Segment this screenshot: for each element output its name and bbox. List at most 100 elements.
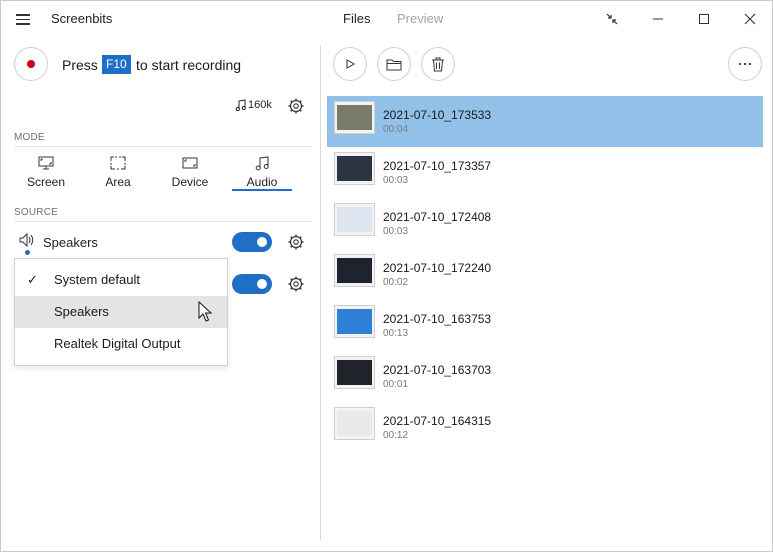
mode-section-label: MODE xyxy=(14,132,45,143)
mode-tab-area[interactable]: Area xyxy=(86,155,150,193)
speaker-icon xyxy=(18,232,36,248)
music-note-icon xyxy=(235,99,246,111)
recording-name: 2021-07-10_173357 xyxy=(383,159,492,173)
more-options-button[interactable] xyxy=(728,47,762,81)
compact-overlay-button[interactable] xyxy=(589,1,635,37)
trash-icon xyxy=(432,57,444,71)
speaker-toggle[interactable] xyxy=(232,232,272,252)
mouse-cursor-icon xyxy=(198,301,213,322)
play-button[interactable] xyxy=(333,47,367,81)
minimize-button[interactable] xyxy=(635,1,681,37)
recording-duration: 00:02 xyxy=(383,277,409,288)
list-item[interactable]: 2021-07-10_173357 00:03 xyxy=(327,147,763,198)
list-item[interactable]: 2021-07-10_173533 00:04 xyxy=(327,96,763,147)
recording-name: 2021-07-10_164315 xyxy=(383,414,492,428)
recording-duration: 00:01 xyxy=(383,379,409,390)
app-title: Screenbits xyxy=(51,11,113,26)
maximize-icon xyxy=(699,14,709,24)
thumbnail-image xyxy=(337,156,372,181)
panel-divider xyxy=(320,45,321,541)
device-icon xyxy=(182,157,198,169)
recording-name: 2021-07-10_163703 xyxy=(383,363,492,377)
recording-thumbnail xyxy=(334,203,375,236)
close-button[interactable] xyxy=(727,1,772,37)
thumbnail-image xyxy=(337,207,372,232)
divider xyxy=(14,146,312,147)
tab-preview[interactable]: Preview xyxy=(397,11,443,26)
selected-tab-indicator xyxy=(232,189,292,191)
close-icon xyxy=(744,13,756,25)
dropdown-item-system-default[interactable]: ✓ System default xyxy=(15,264,227,296)
press-label: Press xyxy=(62,57,98,73)
gear-icon xyxy=(288,276,304,292)
list-item[interactable]: 2021-07-10_163703 00:01 xyxy=(327,351,763,402)
compact-icon xyxy=(606,13,618,25)
tab-files[interactable]: Files xyxy=(343,11,370,26)
mode-tab-label: Device xyxy=(171,175,209,189)
recording-thumbnail xyxy=(334,356,375,389)
divider xyxy=(14,221,312,222)
speaker-settings-button[interactable] xyxy=(287,233,305,251)
recording-duration: 00:12 xyxy=(383,430,409,441)
list-item[interactable]: 2021-07-10_172240 00:02 xyxy=(327,249,763,300)
recording-duration: 00:03 xyxy=(383,226,409,237)
start-recording-label: to start recording xyxy=(136,57,242,73)
speaker-source-label: Speakers xyxy=(43,235,98,250)
maximize-button[interactable] xyxy=(681,1,727,37)
minimize-icon xyxy=(653,18,663,20)
recording-thumbnail xyxy=(334,407,375,440)
audio-source-dropdown: ✓ System default Speakers Realtek Digita… xyxy=(14,258,228,366)
thumbnail-image xyxy=(337,309,372,334)
bitrate-indicator[interactable]: 160k xyxy=(235,99,272,111)
thumbnail-image xyxy=(337,258,372,283)
thumbnail-image xyxy=(337,360,372,385)
mode-tab-device[interactable]: Device xyxy=(158,155,222,193)
recording-thumbnail xyxy=(334,254,375,287)
active-source-indicator xyxy=(25,250,30,255)
list-item[interactable]: 2021-07-10_163753 00:13 xyxy=(327,300,763,351)
dropdown-item-label: Realtek Digital Output xyxy=(54,336,181,351)
recording-duration: 00:13 xyxy=(383,328,409,339)
thumbnail-image xyxy=(337,411,372,436)
recording-thumbnail xyxy=(334,101,375,134)
recordings-list: 2021-07-10_173533 00:04 2021-07-10_17335… xyxy=(327,96,763,453)
hamburger-menu-icon[interactable] xyxy=(15,11,33,27)
check-icon: ✓ xyxy=(27,272,38,287)
gear-icon xyxy=(288,98,304,114)
list-item[interactable]: 2021-07-10_164315 00:12 xyxy=(327,402,763,453)
area-icon xyxy=(110,156,126,170)
recording-name: 2021-07-10_163753 xyxy=(383,312,492,326)
gear-icon xyxy=(288,234,304,250)
audio-icon xyxy=(255,155,269,170)
folder-icon xyxy=(386,59,402,70)
app-window: Screenbits Files Preview Press F10 to st… xyxy=(0,0,773,552)
thumbnail-image xyxy=(337,105,372,130)
recording-thumbnail xyxy=(334,152,375,185)
recording-name: 2021-07-10_173533 xyxy=(383,108,492,122)
recording-duration: 00:04 xyxy=(383,124,409,135)
recording-thumbnail xyxy=(334,305,375,338)
source-section-label: SOURCE xyxy=(14,207,58,218)
dropdown-item-speakers[interactable]: Speakers xyxy=(15,296,227,328)
hotkey-badge: F10 xyxy=(102,55,131,74)
recording-name: 2021-07-10_172240 xyxy=(383,261,492,275)
microphone-toggle[interactable] xyxy=(232,274,272,294)
bitrate-settings-button[interactable] xyxy=(287,97,305,115)
play-icon xyxy=(346,59,356,69)
mode-tab-label: Audio xyxy=(246,175,278,189)
microphone-settings-button[interactable] xyxy=(287,275,305,293)
mode-tab-audio[interactable]: Audio xyxy=(230,155,294,193)
open-folder-button[interactable] xyxy=(377,47,411,81)
title-bar: Screenbits Files Preview xyxy=(1,1,772,37)
delete-button[interactable] xyxy=(421,47,455,81)
mode-tab-screen[interactable]: Screen xyxy=(14,155,78,193)
dropdown-item-label: Speakers xyxy=(54,304,109,319)
record-button[interactable] xyxy=(14,47,48,81)
dropdown-item-realtek[interactable]: Realtek Digital Output xyxy=(15,328,227,360)
screen-icon xyxy=(38,156,54,170)
list-item[interactable]: 2021-07-10_172408 00:03 xyxy=(327,198,763,249)
mode-tab-label: Screen xyxy=(26,175,66,189)
more-icon xyxy=(738,62,752,66)
mode-tab-label: Area xyxy=(105,175,131,189)
dropdown-item-label: System default xyxy=(54,272,140,287)
